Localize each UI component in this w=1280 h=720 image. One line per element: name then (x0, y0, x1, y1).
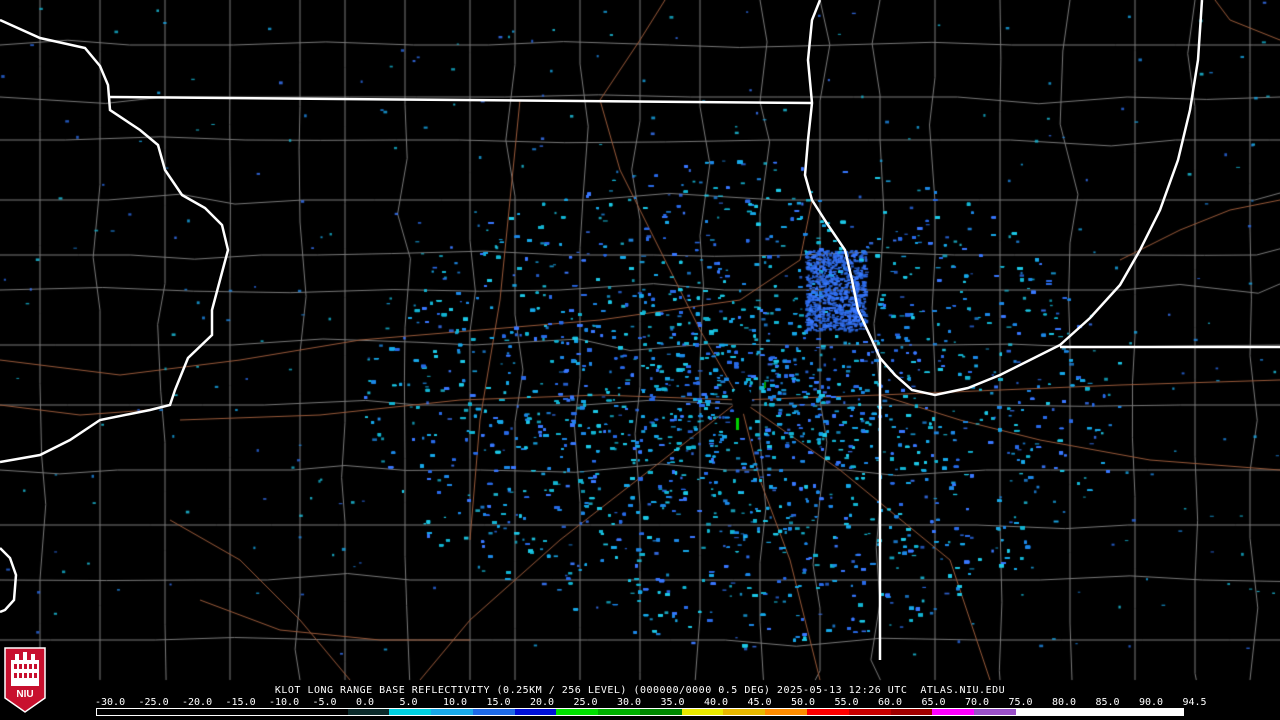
colorbar-segment (974, 709, 1016, 715)
il-wi-border (107, 95, 813, 105)
colorbar-label: 25.0 (573, 697, 598, 708)
colorbar-label: -5.0 (312, 697, 337, 708)
colorbar-segment (222, 709, 265, 715)
colorbar-label: 35.0 (660, 697, 685, 708)
colorbar-segment (138, 709, 181, 715)
colorbar-label: 30.0 (617, 697, 642, 708)
colorbar-label: 65.0 (921, 697, 946, 708)
colorbar-label: 40.0 (704, 697, 729, 708)
lake-michigan-west-shore (803, 0, 1204, 397)
colorbar-segment (347, 709, 390, 715)
colorbar-segment (890, 709, 933, 715)
colorbar-segment (305, 709, 348, 715)
colorbar-label: 20.0 (530, 697, 555, 708)
colorbar-label: 80.0 (1052, 697, 1077, 708)
colorbar-label: 60.0 (878, 697, 903, 708)
mississippi-river-border (0, 18, 230, 464)
colorbar-label: 90.0 (1139, 697, 1164, 708)
colorbar-segment (848, 709, 891, 715)
colorbar-segment (556, 709, 599, 715)
colorbar-segment (180, 709, 223, 715)
niu-logo: NIU (4, 647, 46, 713)
colorbar-label: 75.0 (1008, 697, 1033, 708)
colorbar-segment (1099, 709, 1142, 715)
colorbar-label: 85.0 (1095, 697, 1120, 708)
colorbar-label: 50.0 (791, 697, 816, 708)
colorbar-segment (1141, 709, 1183, 715)
product-caption: KLOT LONG RANGE BASE REFLECTIVITY (0.25K… (274, 685, 1006, 696)
colorbar-segment (97, 709, 139, 715)
river-lower-left (0, 547, 18, 614)
colorbar-segment (264, 709, 306, 715)
colorbar-segment (1015, 709, 1058, 715)
colorbar-segment (765, 709, 808, 715)
colorbar-segment (723, 709, 766, 715)
colorbar-label: 10.0 (443, 697, 468, 708)
colorbar-label: -30.0 (95, 697, 126, 708)
map-boundaries (0, 0, 1280, 660)
colorbar-segment (431, 709, 473, 715)
colorbar-label: -15.0 (225, 697, 256, 708)
colorbar-segment (598, 709, 640, 715)
colorbar-segment (514, 709, 557, 715)
colorbar-segment (681, 709, 724, 715)
colorbar-label: 55.0 (834, 697, 859, 708)
colorbar-segment (472, 709, 515, 715)
colorbar-label: -25.0 (138, 697, 169, 708)
colorbar (96, 708, 1184, 716)
colorbar-label: 70.0 (965, 697, 990, 708)
colorbar-label: -20.0 (182, 697, 213, 708)
colorbar-label: -10.0 (269, 697, 300, 708)
colorbar-segment (639, 709, 682, 715)
colorbar-label: 45.0 (747, 697, 772, 708)
colorbar-label: 94.5 (1182, 697, 1207, 708)
colorbar-segment (932, 709, 975, 715)
colorbar-label: 15.0 (486, 697, 511, 708)
colorbar-label: 5.0 (399, 697, 418, 708)
colorbar-label: 0.0 (356, 697, 375, 708)
colorbar-segment (389, 709, 432, 715)
state-borders (0, 0, 1280, 660)
colorbar-segment (807, 709, 849, 715)
colorbar-segment (1057, 709, 1100, 715)
